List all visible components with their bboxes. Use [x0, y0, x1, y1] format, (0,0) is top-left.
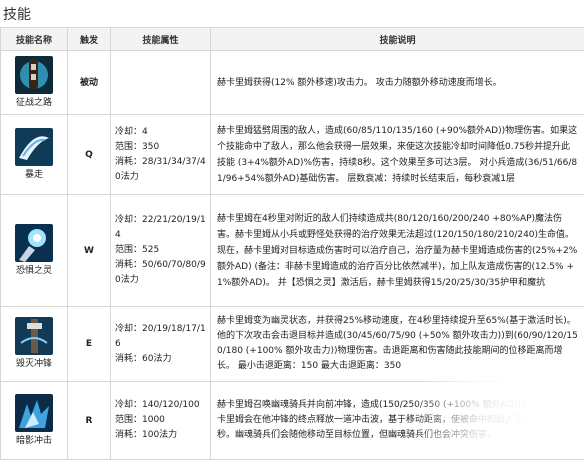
attr-line: 0法力 [115, 170, 206, 185]
skill-name-cell: 暴走 [1, 115, 68, 195]
attr-line: 冷却：20/19/18/17/1 [115, 322, 206, 337]
table-row: 暴走 Q 冷却：4 范围：350 消耗：28/31/34/37/4 0法力 赫卡… [1, 115, 584, 195]
skill-name-cell: 暗影冲击 [1, 382, 68, 460]
watermark-overlay [410, 380, 584, 458]
table-row: 毁灭冲锋 E 冷却：20/19/18/17/1 6 消耗：60法力 赫卡里姆变为… [1, 307, 584, 382]
table-row: 恐惧之灵 W 冷却：22/21/20/19/1 4 范围：525 消耗：50/6… [1, 195, 584, 307]
attr-line: 0法力 [115, 273, 206, 288]
header-description: 技能说明 [211, 28, 584, 51]
skill-trigger: W [68, 195, 111, 307]
skill-description: 赫卡里姆猛劈周围的敌人，造成(60/85/110/135/160 (+90%额外… [211, 115, 584, 195]
passive-rider-icon [15, 56, 53, 94]
header-trigger: 触发 [68, 28, 111, 51]
page-title: 技能 [3, 4, 31, 24]
skill-name-cell: 征战之路 [1, 51, 68, 115]
attr-line: 4 [115, 228, 206, 243]
skill-name: 恐惧之灵 [1, 264, 67, 278]
skill-trigger: R [68, 382, 111, 460]
skill-attributes [111, 51, 211, 115]
spirit-of-dread-icon [15, 224, 53, 262]
attr-line: 消耗：60法力 [115, 352, 206, 367]
skill-description: 赫卡里姆变为幽灵状态，并获得25%移动速度，在4秒里持续提升至65%(基于激活时… [211, 307, 584, 382]
skill-attributes: 冷却：4 范围：350 消耗：28/31/34/37/4 0法力 [111, 115, 211, 195]
skill-attributes: 冷却：22/21/20/19/1 4 范围：525 消耗：50/60/70/80… [111, 195, 211, 307]
skill-description: 赫卡里姆在4秒里对附近的敌人们持续造成共(80/120/160/200/240 … [211, 195, 584, 307]
attr-line: 冷却：140/120/100 [115, 398, 206, 413]
skill-trigger: E [68, 307, 111, 382]
attr-line: 范围：350 [115, 140, 206, 155]
skill-name: 征战之路 [1, 96, 67, 110]
skill-name-cell: 恐惧之灵 [1, 195, 68, 307]
attr-line: 消耗：28/31/34/37/4 [115, 155, 206, 170]
attr-line: 冷却：22/21/20/19/1 [115, 213, 206, 228]
devastating-charge-icon [15, 317, 53, 355]
table-row: 征战之路 被动 赫卡里姆获得(12% 额外移速)攻击力。 攻击力随额外移动速度而… [1, 51, 584, 115]
onslaught-of-shadows-icon [15, 394, 53, 432]
rampage-icon [15, 128, 53, 166]
attr-line: 消耗：100法力 [115, 428, 206, 443]
attr-line: 范围：1000 [115, 413, 206, 428]
skill-trigger: 被动 [68, 51, 111, 115]
attr-line: 6 [115, 337, 206, 352]
skill-name: 毁灭冲锋 [1, 357, 67, 371]
header-skill-name: 技能名称 [1, 28, 68, 51]
skill-attributes: 冷却：140/120/100 范围：1000 消耗：100法力 [111, 382, 211, 460]
skill-name: 暴走 [1, 168, 67, 182]
skill-name-cell: 毁灭冲锋 [1, 307, 68, 382]
skill-description: 赫卡里姆获得(12% 额外移速)攻击力。 攻击力随额外移动速度而增长。 [211, 51, 584, 115]
attr-line: 消耗：50/60/70/80/9 [115, 258, 206, 273]
skill-name: 暗影冲击 [1, 434, 67, 448]
table-header-row: 技能名称 触发 技能属性 技能说明 [1, 28, 584, 51]
skill-attributes: 冷却：20/19/18/17/1 6 消耗：60法力 [111, 307, 211, 382]
header-attributes: 技能属性 [111, 28, 211, 51]
skill-trigger: Q [68, 115, 111, 195]
attr-line: 范围：525 [115, 243, 206, 258]
attr-line: 冷却：4 [115, 125, 206, 140]
